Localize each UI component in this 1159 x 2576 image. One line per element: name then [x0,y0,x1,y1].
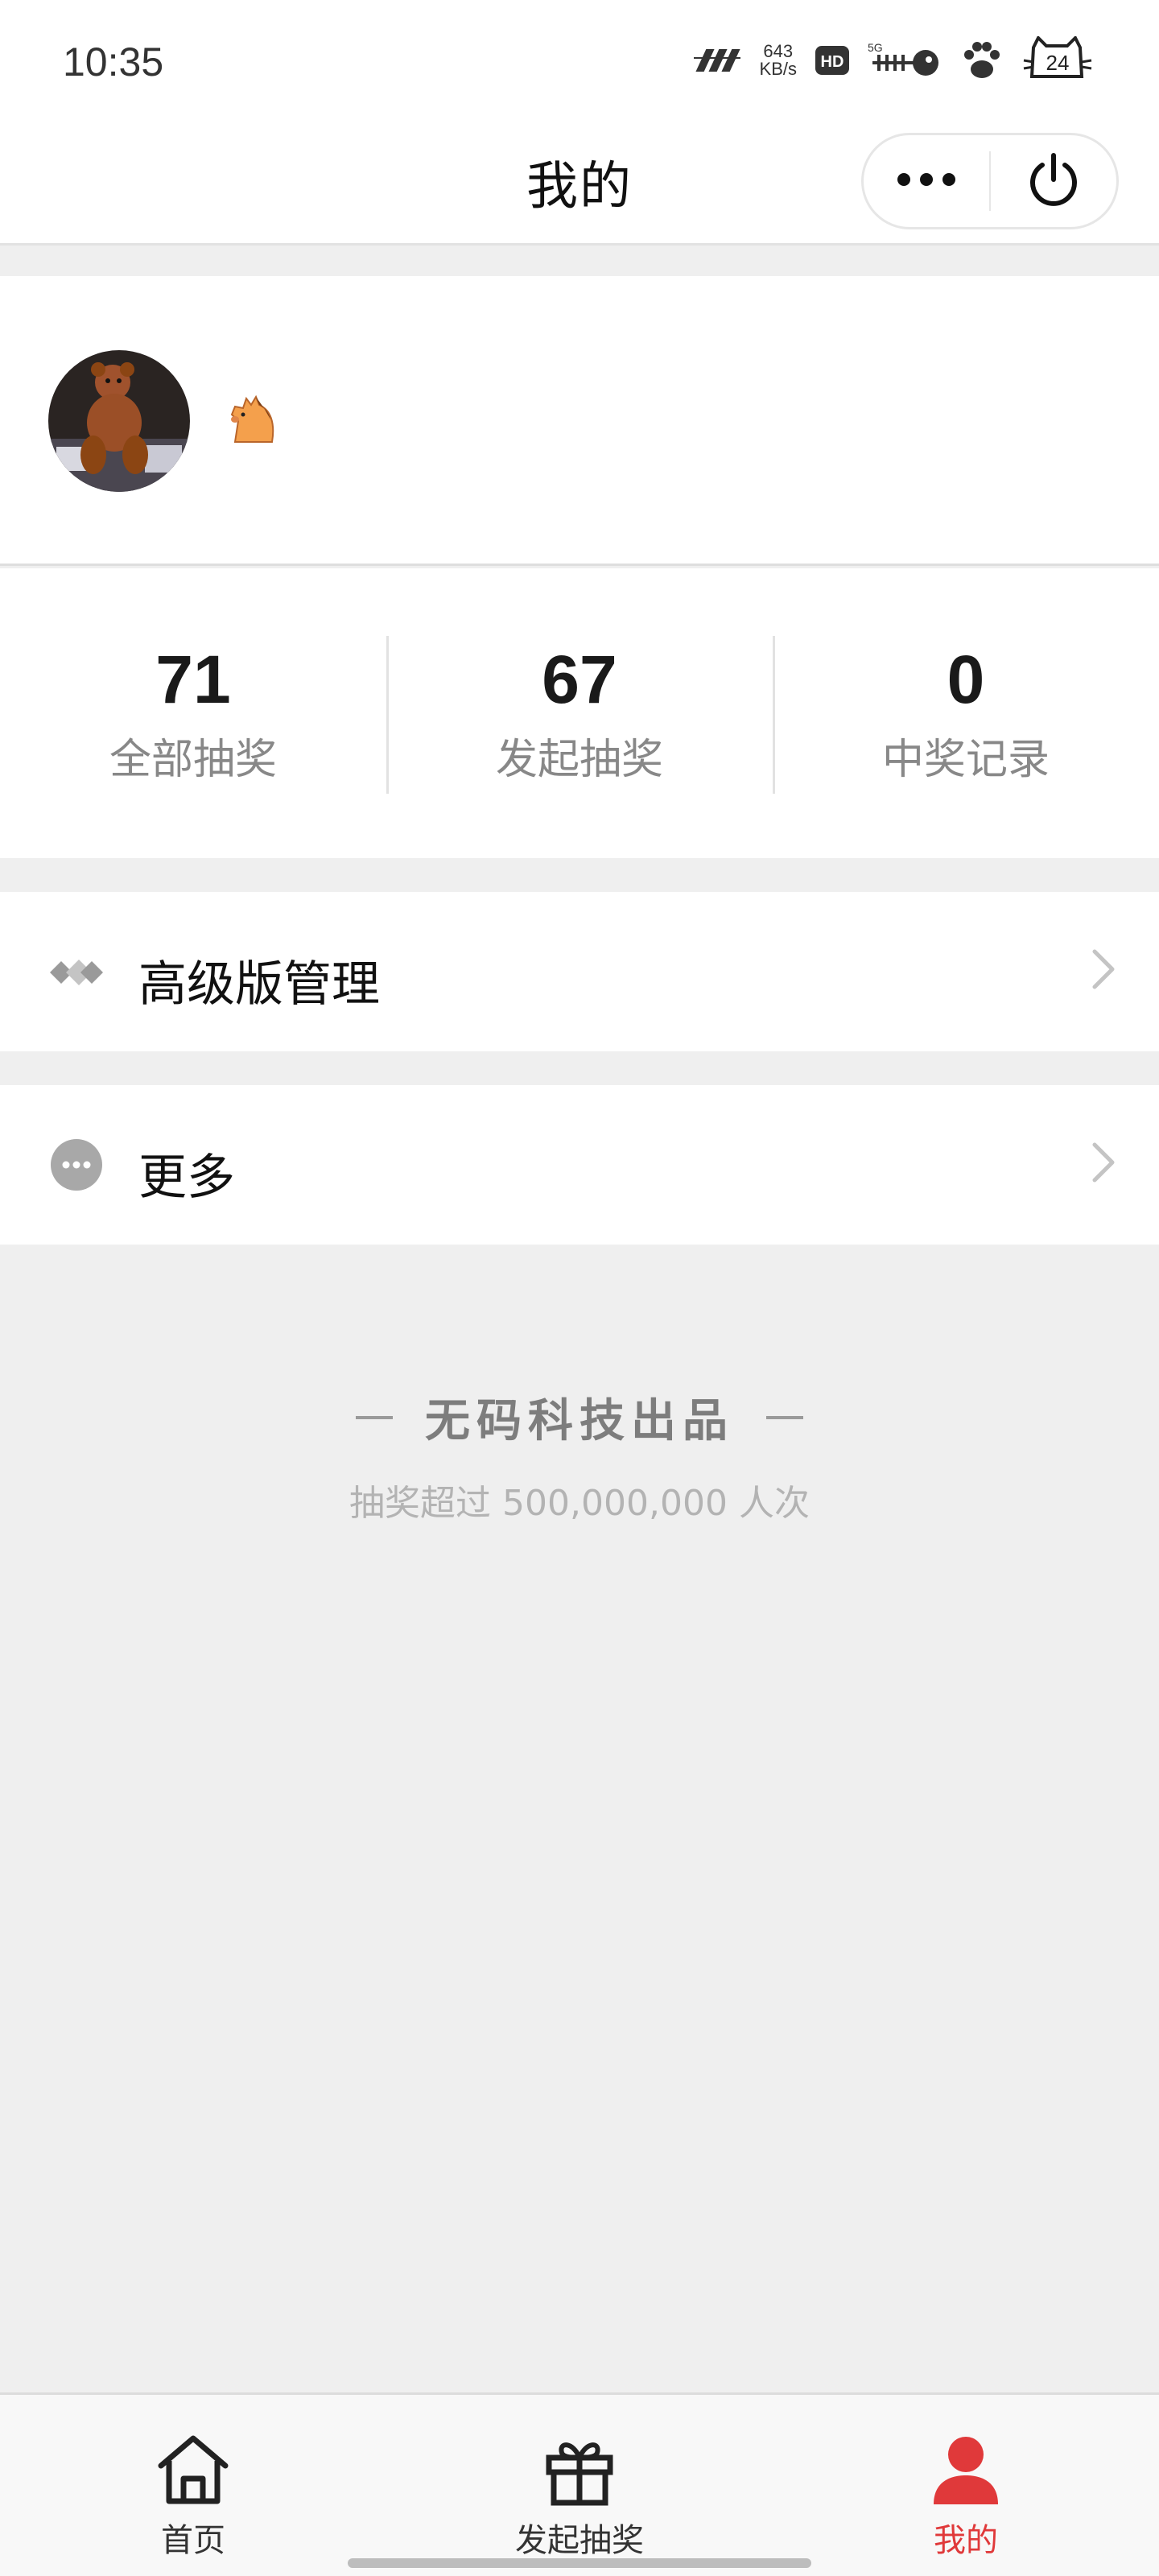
stat-value: 71 [155,642,231,717]
close-button[interactable] [991,135,1116,227]
brand-subtitle: 抽奖超过 500,000,000 人次 [349,1483,810,1524]
power-icon [1025,151,1083,212]
home-icon [0,2434,386,2506]
fishbone-icon: 5G [868,40,942,80]
status-bar: 10:35 643 KB/s HD 5G 24 [0,0,1159,121]
mini-program-capsule [861,133,1119,229]
tab-bar: 首页 发起抽奖 我的 [0,2392,1159,2576]
tab-label: 我的 [934,2522,998,2559]
stat-value: 67 [542,642,617,717]
battery-cat-icon: 24 [1021,36,1095,85]
title-bar: 我的 [0,121,1159,246]
signal-icon [691,47,742,74]
stat-all-lotteries[interactable]: 71 全部抽奖 [0,568,386,858]
home-indicator[interactable] [348,2558,811,2568]
network-type: 5G [868,41,883,54]
horse-icon [230,394,274,443]
net-speed-value: 643 [763,41,794,61]
stat-value: 0 [947,642,985,717]
brand-title-text: 无码科技出品 [425,1394,734,1447]
more-row[interactable]: 更多 [0,1085,1159,1245]
svg-text:HD: HD [821,53,844,71]
tab-mine[interactable]: 我的 [773,2395,1159,2576]
stat-label: 中奖记录 [881,736,1050,784]
more-dots-icon [896,171,957,191]
chevron-right-icon [1091,948,1116,993]
status-time: 10:35 [63,39,164,85]
gift-icon [386,2434,773,2506]
status-icons: 643 KB/s HD 5G 24 [691,32,1095,89]
hd-icon: HD [815,45,850,76]
tab-home[interactable]: 首页 [0,2395,386,2576]
more-label: 更多 [138,1150,235,1206]
brand-footer: 无码科技出品 抽奖超过 500,000,000 人次 [0,1385,1159,1525]
premium-management-row[interactable]: 高级版管理 [0,892,1159,1051]
stats-panel: 71 全部抽奖 67 发起抽奖 0 中奖记录 [0,568,1159,858]
stat-created-lotteries[interactable]: 67 发起抽奖 [386,568,773,858]
net-speed: 643 KB/s [760,43,797,78]
chevron-right-icon [1091,1141,1116,1187]
brand-title: 无码科技出品 [356,1385,803,1450]
battery-level: 24 [1046,51,1070,75]
stat-win-records[interactable]: 0 中奖记录 [773,568,1159,858]
tab-create-lottery[interactable]: 发起抽奖 [386,2395,773,2576]
tab-label: 发起抽奖 [515,2522,644,2559]
diamond-icon [48,943,105,1000]
profile-card [0,276,1159,566]
more-button[interactable] [864,135,989,227]
stat-label: 发起抽奖 [495,736,663,784]
avatar[interactable] [48,350,190,492]
brand-dash-right [766,1415,803,1419]
brand-dash-left [356,1415,393,1419]
tab-label: 首页 [161,2522,225,2559]
more-circle-icon [48,1137,105,1193]
paw-icon [959,40,1003,80]
stat-label: 全部抽奖 [109,736,277,784]
nickname-emoji [224,390,280,450]
user-icon [773,2434,1159,2506]
premium-management-label: 高级版管理 [138,956,380,1013]
net-speed-unit: KB/s [759,59,797,79]
